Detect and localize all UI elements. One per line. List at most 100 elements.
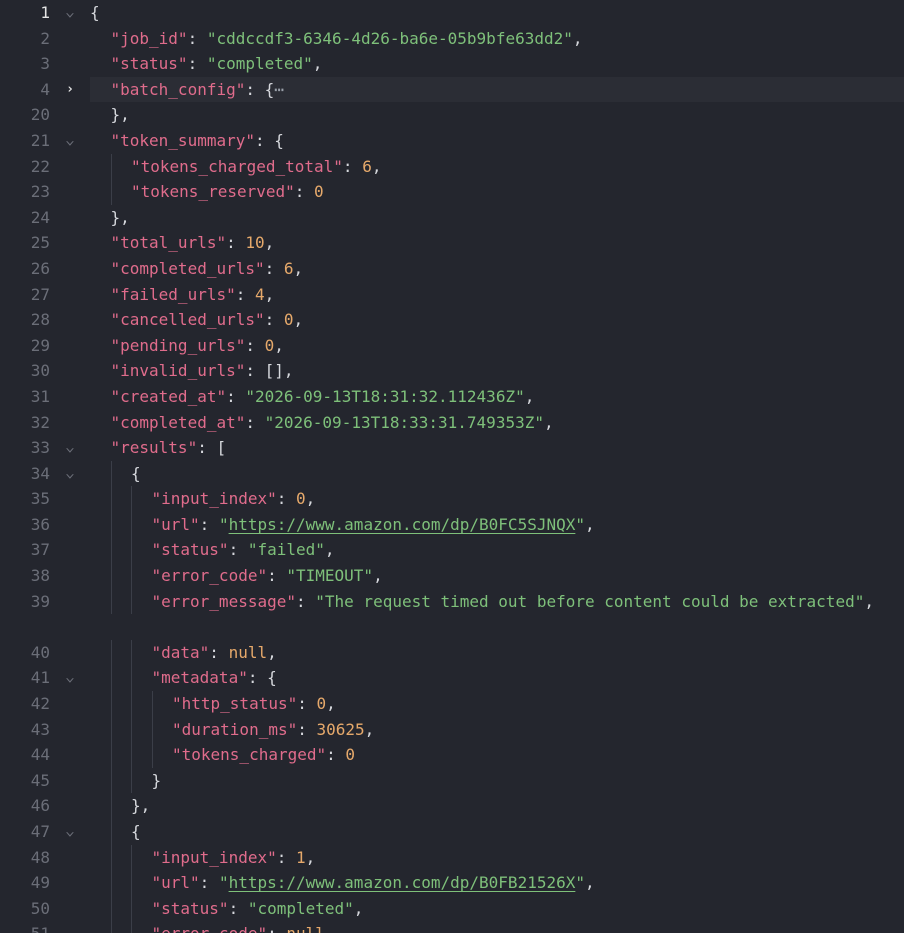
json-punctuation: : [ [197, 438, 227, 458]
code-line[interactable]: 27 "failed_urls": 4, [0, 282, 904, 308]
fold-toggle[interactable]: ⌄ [50, 461, 90, 487]
code-line[interactable]: 39 "error_message": "The request timed ou… [0, 588, 904, 640]
code-line[interactable]: 2 "job_id": "cddccdf3-6346-4d26-ba6e-05b9… [0, 26, 904, 52]
indent-guide [110, 537, 112, 564]
code-content: "token_summary": { [90, 128, 904, 154]
json-string: "TIMEOUT" [286, 566, 374, 586]
chevron-down-icon[interactable]: ⌄ [65, 435, 75, 461]
json-punctuation: , [543, 412, 554, 432]
code-content: "failed_urls": 4, [90, 282, 904, 308]
fold-toggle[interactable]: ⌄ [50, 435, 90, 461]
json-punctuation: : [297, 719, 317, 739]
json-punctuation: : [326, 745, 346, 765]
indent-guide [110, 511, 112, 538]
code-content: "completed_urls": 6, [90, 256, 904, 282]
code-line[interactable]: 49 "url": "https://www.amazon.com/dp/B0FB… [0, 870, 904, 896]
folded-ellipsis[interactable]: ⋯ [274, 80, 284, 99]
json-link[interactable]: https://www.amazon.com/dp/B0FB21526X [229, 873, 576, 892]
code-line[interactable]: 50 "status": "completed", [0, 895, 904, 922]
line-number: 2 [40, 28, 50, 48]
json-punctuation: : [187, 54, 207, 74]
fold-toggle[interactable]: ⌄ [50, 819, 90, 845]
code-line[interactable]: 41 ⌄ "metadata": { [0, 665, 904, 692]
code-line[interactable]: 36 "url": "https://www.amazon.com/dp/B0FC… [0, 511, 904, 538]
code-line[interactable]: 21 ⌄ "token_summary": { [0, 128, 904, 154]
code-line[interactable]: 37 "status": "failed", [0, 537, 904, 564]
code-line[interactable]: 22 "tokens_charged_total": 6, [0, 153, 904, 180]
json-punctuation: , [864, 591, 874, 611]
json-punctuation: { [131, 463, 141, 483]
code-line[interactable]: 38 "error_code": "TIMEOUT", [0, 563, 904, 589]
code-line[interactable]: 51 "error_code": null, [0, 921, 904, 933]
chevron-down-icon[interactable]: ⌄ [65, 0, 75, 26]
code-line[interactable]: 42 "http_status": 0, [0, 691, 904, 717]
line-number: 27 [30, 284, 50, 304]
json-number: 4 [255, 284, 265, 304]
indent-guide [131, 716, 132, 743]
fold-gutter [50, 307, 90, 333]
code-line[interactable]: 25 "total_urls": 10, [0, 230, 904, 256]
json-punctuation: , [326, 694, 336, 714]
code-line[interactable]: 48 "input_index": 1, [0, 844, 904, 871]
indent-guide [110, 870, 112, 896]
fold-gutter [50, 691, 90, 717]
code-line[interactable]: 46}, [0, 793, 904, 819]
fold-toggle[interactable]: › [50, 77, 90, 103]
code-line[interactable]: 32 "completed_at": "2026-09-13T18:33:31.7… [0, 410, 904, 436]
code-line[interactable]: 23 "tokens_reserved": 0 [0, 179, 904, 205]
code-line[interactable]: 35 "input_index": 0, [0, 486, 904, 512]
code-line[interactable]: 31 "created_at": "2026-09-13T18:31:32.112… [0, 384, 904, 410]
code-line[interactable]: 4 › "batch_config": {⋯ [0, 76, 904, 103]
code-line[interactable]: 33 ⌄ "results": [ [0, 435, 904, 461]
chevron-right-icon[interactable]: › [66, 77, 74, 103]
indent-guide [131, 742, 132, 768]
code-line[interactable]: 47 ⌄ { [0, 819, 904, 845]
line-number: 37 [30, 540, 50, 560]
code-line[interactable]: 26 "completed_urls": 6, [0, 256, 904, 282]
code-line[interactable]: 3 "status": "completed", [0, 51, 904, 77]
line-number: 45 [30, 770, 50, 790]
json-punctuation: }, [110, 207, 130, 227]
code-line[interactable]: 43 "duration_ms": 30625, [0, 716, 904, 743]
json-punctuation: : [264, 310, 284, 330]
code-line[interactable]: 45} [0, 767, 904, 794]
json-link[interactable]: https://www.amazon.com/dp/B0FC5SJNQX [229, 515, 576, 534]
fold-toggle[interactable]: ⌄ [50, 0, 90, 26]
code-line[interactable]: 28 "cancelled_urls": 0, [0, 307, 904, 333]
json-punctuation: : [199, 514, 219, 534]
json-key: "pending_urls" [110, 335, 246, 355]
line-number: 24 [30, 207, 50, 227]
line-number: 44 [30, 745, 50, 765]
code-line[interactable]: 24}, [0, 205, 904, 231]
json-string: " [575, 873, 585, 893]
line-number: 26 [30, 258, 50, 278]
json-punctuation: : [296, 591, 316, 611]
chevron-down-icon[interactable]: ⌄ [65, 461, 75, 487]
fold-toggle[interactable]: ⌄ [50, 128, 90, 154]
json-punctuation: : [264, 258, 284, 278]
json-punctuation: : [276, 489, 296, 509]
chevron-down-icon[interactable]: ⌄ [65, 665, 75, 691]
code-line[interactable]: 34 ⌄ { [0, 460, 904, 487]
json-key: "metadata" [151, 668, 248, 688]
code-line[interactable]: 40 "data": null, [0, 639, 904, 666]
json-number: 0 [314, 182, 324, 202]
code-line[interactable]: 44 "tokens_charged": 0 [0, 742, 904, 768]
json-string: " [575, 514, 585, 534]
json-key: "duration_ms" [172, 719, 298, 739]
code-line[interactable]: 29 "pending_urls": 0, [0, 333, 904, 359]
fold-toggle[interactable]: ⌄ [50, 665, 90, 691]
code-content: "status": "completed", [90, 895, 904, 922]
code-content: { [90, 460, 904, 487]
code-content: "status": "failed", [90, 537, 904, 564]
json-key: "job_id" [110, 28, 188, 48]
chevron-down-icon[interactable]: ⌄ [65, 819, 75, 845]
code-line[interactable]: 20}, [0, 102, 904, 128]
line-number: 1 [40, 3, 50, 22]
line-number: 36 [30, 514, 50, 534]
code-line[interactable]: 30 "invalid_urls": [], [0, 358, 904, 384]
chevron-down-icon[interactable]: ⌄ [65, 128, 75, 154]
code-line[interactable]: 1 ⌄ { [0, 0, 904, 26]
code-content: "job_id": "cddccdf3-6346-4d26-ba6e-05b9b… [90, 26, 904, 52]
code-editor[interactable]: 1 ⌄ {2 "job_id": "cddccdf3-6346-4d26-ba6e-0… [0, 0, 904, 933]
